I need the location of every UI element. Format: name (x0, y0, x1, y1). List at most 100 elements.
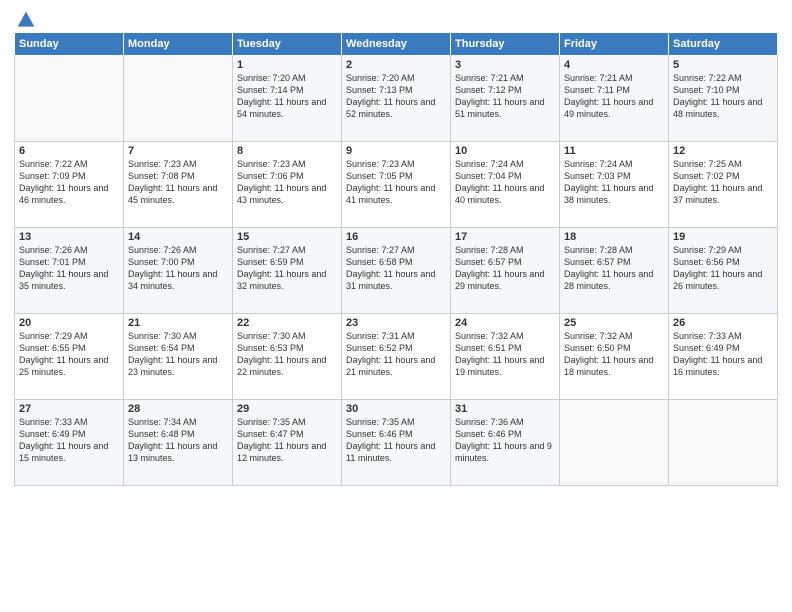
cell-sun-info: Sunrise: 7:25 AM Sunset: 7:02 PM Dayligh… (673, 158, 773, 207)
calendar-header-row: SundayMondayTuesdayWednesdayThursdayFrid… (15, 33, 778, 56)
cell-sun-info: Sunrise: 7:36 AM Sunset: 6:46 PM Dayligh… (455, 416, 555, 465)
cell-sun-info: Sunrise: 7:21 AM Sunset: 7:11 PM Dayligh… (564, 72, 664, 121)
calendar-week-3: 13Sunrise: 7:26 AM Sunset: 7:01 PM Dayli… (15, 228, 778, 314)
page-header (14, 10, 778, 26)
day-number: 9 (346, 145, 446, 157)
day-number: 23 (346, 317, 446, 329)
calendar-cell: 6Sunrise: 7:22 AM Sunset: 7:09 PM Daylig… (15, 142, 124, 228)
cell-sun-info: Sunrise: 7:34 AM Sunset: 6:48 PM Dayligh… (128, 416, 228, 465)
day-number: 17 (455, 231, 555, 243)
cell-sun-info: Sunrise: 7:33 AM Sunset: 6:49 PM Dayligh… (673, 330, 773, 379)
calendar-cell: 22Sunrise: 7:30 AM Sunset: 6:53 PM Dayli… (233, 314, 342, 400)
day-number: 6 (19, 145, 119, 157)
day-number: 8 (237, 145, 337, 157)
calendar-cell: 26Sunrise: 7:33 AM Sunset: 6:49 PM Dayli… (669, 314, 778, 400)
cell-sun-info: Sunrise: 7:35 AM Sunset: 6:47 PM Dayligh… (237, 416, 337, 465)
day-header-monday: Monday (124, 33, 233, 56)
cell-sun-info: Sunrise: 7:23 AM Sunset: 7:08 PM Dayligh… (128, 158, 228, 207)
day-header-friday: Friday (560, 33, 669, 56)
day-number: 3 (455, 59, 555, 71)
calendar-cell: 30Sunrise: 7:35 AM Sunset: 6:46 PM Dayli… (342, 400, 451, 486)
logo (14, 10, 36, 26)
cell-sun-info: Sunrise: 7:30 AM Sunset: 6:54 PM Dayligh… (128, 330, 228, 379)
calendar-cell: 12Sunrise: 7:25 AM Sunset: 7:02 PM Dayli… (669, 142, 778, 228)
calendar-cell: 13Sunrise: 7:26 AM Sunset: 7:01 PM Dayli… (15, 228, 124, 314)
cell-sun-info: Sunrise: 7:26 AM Sunset: 7:00 PM Dayligh… (128, 244, 228, 293)
cell-sun-info: Sunrise: 7:23 AM Sunset: 7:06 PM Dayligh… (237, 158, 337, 207)
calendar-cell: 29Sunrise: 7:35 AM Sunset: 6:47 PM Dayli… (233, 400, 342, 486)
calendar-cell: 21Sunrise: 7:30 AM Sunset: 6:54 PM Dayli… (124, 314, 233, 400)
cell-sun-info: Sunrise: 7:20 AM Sunset: 7:14 PM Dayligh… (237, 72, 337, 121)
day-number: 7 (128, 145, 228, 157)
cell-sun-info: Sunrise: 7:28 AM Sunset: 6:57 PM Dayligh… (564, 244, 664, 293)
calendar-cell: 11Sunrise: 7:24 AM Sunset: 7:03 PM Dayli… (560, 142, 669, 228)
cell-sun-info: Sunrise: 7:29 AM Sunset: 6:56 PM Dayligh… (673, 244, 773, 293)
cell-sun-info: Sunrise: 7:32 AM Sunset: 6:51 PM Dayligh… (455, 330, 555, 379)
calendar-cell (560, 400, 669, 486)
cell-sun-info: Sunrise: 7:22 AM Sunset: 7:09 PM Dayligh… (19, 158, 119, 207)
calendar-cell: 28Sunrise: 7:34 AM Sunset: 6:48 PM Dayli… (124, 400, 233, 486)
calendar-cell: 27Sunrise: 7:33 AM Sunset: 6:49 PM Dayli… (15, 400, 124, 486)
day-number: 16 (346, 231, 446, 243)
cell-sun-info: Sunrise: 7:23 AM Sunset: 7:05 PM Dayligh… (346, 158, 446, 207)
day-number: 29 (237, 403, 337, 415)
cell-sun-info: Sunrise: 7:30 AM Sunset: 6:53 PM Dayligh… (237, 330, 337, 379)
day-header-thursday: Thursday (451, 33, 560, 56)
calendar-cell: 15Sunrise: 7:27 AM Sunset: 6:59 PM Dayli… (233, 228, 342, 314)
day-number: 27 (19, 403, 119, 415)
calendar-week-5: 27Sunrise: 7:33 AM Sunset: 6:49 PM Dayli… (15, 400, 778, 486)
day-number: 20 (19, 317, 119, 329)
calendar-cell: 10Sunrise: 7:24 AM Sunset: 7:04 PM Dayli… (451, 142, 560, 228)
day-number: 31 (455, 403, 555, 415)
day-header-tuesday: Tuesday (233, 33, 342, 56)
day-header-sunday: Sunday (15, 33, 124, 56)
calendar-cell: 16Sunrise: 7:27 AM Sunset: 6:58 PM Dayli… (342, 228, 451, 314)
day-number: 19 (673, 231, 773, 243)
calendar-week-2: 6Sunrise: 7:22 AM Sunset: 7:09 PM Daylig… (15, 142, 778, 228)
calendar-week-1: 1Sunrise: 7:20 AM Sunset: 7:14 PM Daylig… (15, 56, 778, 142)
calendar-cell: 23Sunrise: 7:31 AM Sunset: 6:52 PM Dayli… (342, 314, 451, 400)
day-number: 24 (455, 317, 555, 329)
cell-sun-info: Sunrise: 7:35 AM Sunset: 6:46 PM Dayligh… (346, 416, 446, 465)
day-number: 22 (237, 317, 337, 329)
calendar-cell: 25Sunrise: 7:32 AM Sunset: 6:50 PM Dayli… (560, 314, 669, 400)
day-number: 4 (564, 59, 664, 71)
day-number: 1 (237, 59, 337, 71)
calendar-cell: 8Sunrise: 7:23 AM Sunset: 7:06 PM Daylig… (233, 142, 342, 228)
calendar-cell: 20Sunrise: 7:29 AM Sunset: 6:55 PM Dayli… (15, 314, 124, 400)
calendar-cell: 1Sunrise: 7:20 AM Sunset: 7:14 PM Daylig… (233, 56, 342, 142)
cell-sun-info: Sunrise: 7:22 AM Sunset: 7:10 PM Dayligh… (673, 72, 773, 121)
cell-sun-info: Sunrise: 7:29 AM Sunset: 6:55 PM Dayligh… (19, 330, 119, 379)
day-number: 14 (128, 231, 228, 243)
day-number: 30 (346, 403, 446, 415)
calendar-table: SundayMondayTuesdayWednesdayThursdayFrid… (14, 32, 778, 486)
calendar-cell (15, 56, 124, 142)
day-number: 10 (455, 145, 555, 157)
day-number: 25 (564, 317, 664, 329)
calendar-cell: 3Sunrise: 7:21 AM Sunset: 7:12 PM Daylig… (451, 56, 560, 142)
cell-sun-info: Sunrise: 7:27 AM Sunset: 6:59 PM Dayligh… (237, 244, 337, 293)
cell-sun-info: Sunrise: 7:21 AM Sunset: 7:12 PM Dayligh… (455, 72, 555, 121)
calendar-cell: 4Sunrise: 7:21 AM Sunset: 7:11 PM Daylig… (560, 56, 669, 142)
calendar-week-4: 20Sunrise: 7:29 AM Sunset: 6:55 PM Dayli… (15, 314, 778, 400)
calendar-cell: 2Sunrise: 7:20 AM Sunset: 7:13 PM Daylig… (342, 56, 451, 142)
cell-sun-info: Sunrise: 7:33 AM Sunset: 6:49 PM Dayligh… (19, 416, 119, 465)
calendar-cell: 18Sunrise: 7:28 AM Sunset: 6:57 PM Dayli… (560, 228, 669, 314)
day-number: 12 (673, 145, 773, 157)
day-number: 26 (673, 317, 773, 329)
cell-sun-info: Sunrise: 7:20 AM Sunset: 7:13 PM Dayligh… (346, 72, 446, 121)
cell-sun-info: Sunrise: 7:26 AM Sunset: 7:01 PM Dayligh… (19, 244, 119, 293)
day-number: 21 (128, 317, 228, 329)
calendar-cell (669, 400, 778, 486)
calendar-cell: 14Sunrise: 7:26 AM Sunset: 7:00 PM Dayli… (124, 228, 233, 314)
calendar-cell: 31Sunrise: 7:36 AM Sunset: 6:46 PM Dayli… (451, 400, 560, 486)
day-number: 15 (237, 231, 337, 243)
day-header-saturday: Saturday (669, 33, 778, 56)
calendar-cell: 7Sunrise: 7:23 AM Sunset: 7:08 PM Daylig… (124, 142, 233, 228)
calendar-cell: 17Sunrise: 7:28 AM Sunset: 6:57 PM Dayli… (451, 228, 560, 314)
day-header-wednesday: Wednesday (342, 33, 451, 56)
cell-sun-info: Sunrise: 7:24 AM Sunset: 7:03 PM Dayligh… (564, 158, 664, 207)
cell-sun-info: Sunrise: 7:27 AM Sunset: 6:58 PM Dayligh… (346, 244, 446, 293)
logo-icon (16, 10, 36, 30)
day-number: 18 (564, 231, 664, 243)
